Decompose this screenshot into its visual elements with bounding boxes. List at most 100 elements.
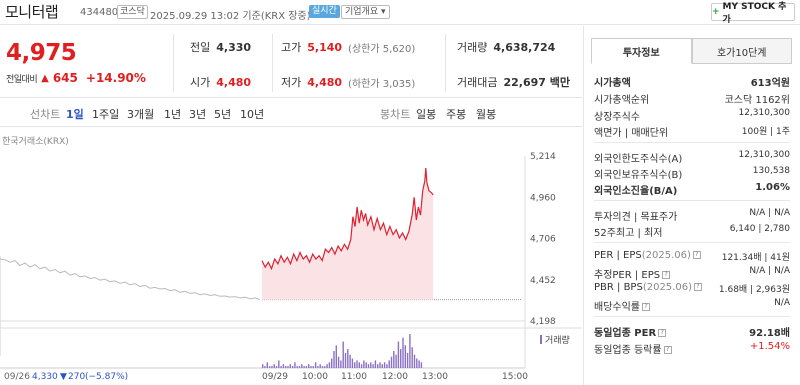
tab-monthly-candle[interactable]: 월봉 [476,106,496,122]
realtime-badge[interactable]: 실시간 [309,5,340,18]
volume-bar [337,356,340,368]
volume-bar [381,364,383,368]
market-cap-value: 613억원 [750,78,790,89]
volume-bar [365,362,367,368]
price-change: 전일대비 ▲ 645 +14.90% [6,71,146,85]
tab-5-years[interactable]: 5년 [214,106,231,122]
divider [272,34,273,92]
down-triangle-icon: ▼ [60,372,67,382]
tab-3-years[interactable]: 3년 [189,106,206,122]
volume-bar [296,366,298,368]
foreign-ratio-label: 외국인소진율(B/A) [594,186,678,197]
volume-bar [390,356,393,368]
volume-bar [268,366,271,368]
volume-bar [367,364,370,368]
help-icon[interactable]: ? [693,283,702,291]
high-label: 고가 [281,41,302,54]
divider [594,142,790,143]
volume-bar [351,358,354,368]
par-value: 100원 | 1주 [741,127,790,137]
high-price: 고가 5,140 (상한가 5,620) [281,39,415,55]
volume-bar [370,362,372,368]
tab-1-day[interactable]: 1일 [66,106,84,122]
par-label: 액면가 | 매매단위 [594,128,669,139]
listed-shares-value: 12,310,300 [738,108,790,118]
volume-bar [301,364,303,368]
par-value-row: 액면가 | 매매단위 100원 | 1주 [594,124,790,139]
add-my-stock-button[interactable]: + MY STOCK 추가 [711,2,795,25]
market-badge: 코스닥 [117,5,148,19]
foreign-holding-row: 외국인보유주식수(B) 130,538 [594,166,790,181]
listed-shares-label: 상장주식수 [594,112,640,123]
volume-bar [287,366,289,368]
prev-close-value: 4,330 [216,40,252,54]
volume-label: 거래량 [457,41,488,54]
volume-bar [282,364,285,368]
volume-bar [291,366,294,368]
intraday-price-chart[interactable]: 한국거래소(KRX) 5,214 4,960 4,706 4,452 4,198 09/… [0,128,582,385]
help-icon[interactable]: ? [642,303,650,311]
low-label: 저가 [281,76,302,89]
low-price: 저가 4,480 (하한가 3,035) [281,74,415,90]
tab-1-week[interactable]: 1주일 [92,106,119,122]
volume-bar [298,366,301,368]
divider [445,34,446,92]
volume-bar [400,349,402,368]
volume-bar [331,358,333,368]
volume-bar [356,360,358,368]
volume-bar [358,362,360,368]
tab-daily-candle[interactable]: 일봉 [416,106,436,122]
opinion-row: 투자의견 | 목표주가 N/A | N/A [594,208,790,223]
sector-per-row: 동일업종 PER? 92.18배 [594,324,790,339]
foreign-ratio-value: 1.06% [755,182,790,193]
prev-day-series-line [0,258,261,301]
volume-bar [289,364,291,368]
volume-bar [264,366,266,368]
x-tick-label: 13:00 [422,372,448,382]
tab-candle-chart[interactable]: 봉차트 [380,106,410,122]
divider [594,316,790,317]
foreign-holding-value: 130,538 [752,166,790,176]
volume-bar [397,341,400,368]
help-icon[interactable]: ? [658,329,667,337]
volume-bar [413,354,416,368]
y-tick-label: 4,706 [530,235,556,245]
company-overview-dropdown[interactable]: 기업개요 ▾ [341,5,390,19]
volume-bar [273,364,275,368]
volume-bar [324,366,326,368]
upper-limit: (상한가 5,620) [348,43,416,55]
volume-bar [344,352,347,368]
y-tick-label: 4,960 [530,193,556,203]
help-icon[interactable]: ? [662,271,671,279]
tab-3-months[interactable]: 3개월 [127,106,154,122]
prev-day-change: 270 [68,372,85,382]
est-per-value: N/A | N/A [749,266,790,276]
help-icon[interactable]: ? [663,346,672,354]
tab-line-chart[interactable]: 선차트 [30,106,60,122]
trade-amount-value: 22,697 백만 [503,76,571,89]
tab-investment-info[interactable]: 투자정보 [591,38,692,64]
52-week-value: 6,140 | 2,780 [729,224,790,234]
volume-bar [379,362,381,368]
help-icon[interactable]: ? [692,251,701,259]
stock-name: 모니터랩 [5,3,59,21]
rank-value: 코스닥 1162위 [724,95,790,106]
y-tick-label: 4,198 [530,317,556,327]
tab-10-years[interactable]: 10년 [240,106,264,122]
x-tick-label: 09/29 [262,372,288,382]
pbr-date: (2025.06) [642,282,692,293]
tab-weekly-candle[interactable]: 주봉 [446,106,466,122]
prev-day-percent: (−5.87%) [85,372,128,382]
volume-bar [280,366,282,368]
tab-order-book[interactable]: 호가10단계 [691,38,792,64]
volume-bar [354,362,356,368]
volume-bar [303,366,305,368]
x-tick-label: 12:00 [382,372,408,382]
volume-bar [416,358,418,368]
divider [594,242,790,243]
tab-1-year[interactable]: 1년 [164,106,181,122]
low-value: 4,480 [307,75,343,89]
volume-bar [404,345,406,368]
volume-bar [312,366,314,368]
volume-bar [383,362,386,368]
